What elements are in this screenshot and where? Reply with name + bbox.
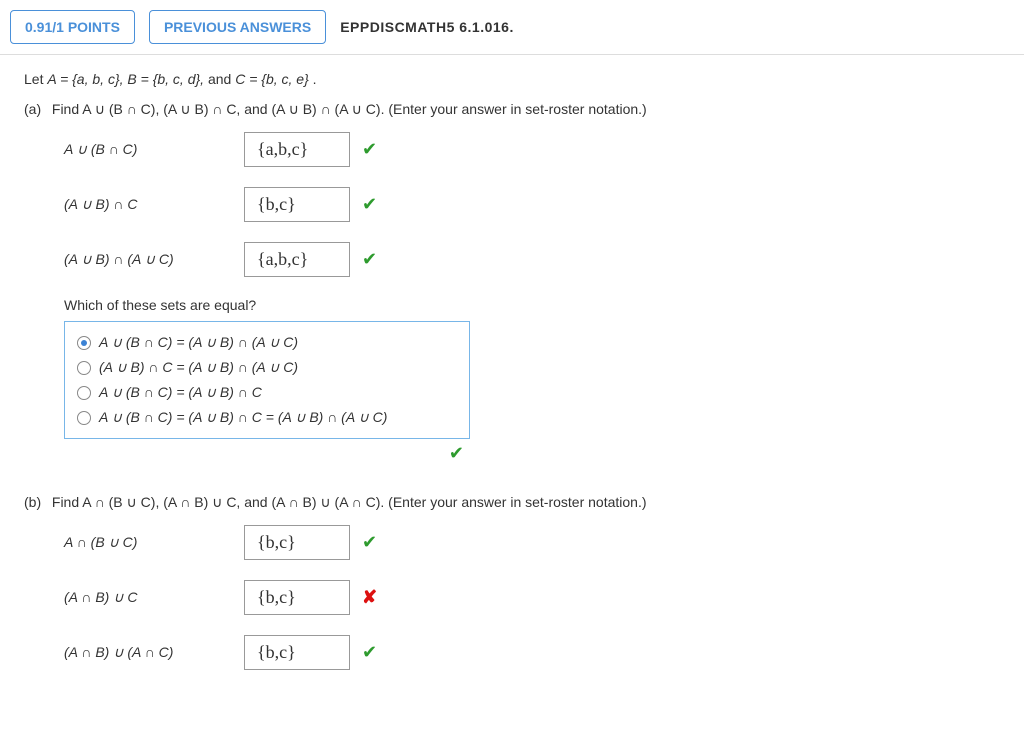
multiple-choice-box: A ∪ (B ∩ C) = (A ∪ B) ∩ (A ∪ C) (A ∪ B) … — [64, 321, 470, 439]
answer-row: (A ∩ B) ∪ (A ∩ C) {b,c} ✔ — [64, 635, 1000, 670]
answer-input[interactable]: {a,b,c} — [244, 132, 350, 167]
radio-button[interactable] — [77, 361, 91, 375]
answer-input[interactable]: {b,c} — [244, 635, 350, 670]
radio-button[interactable] — [77, 336, 91, 350]
question-content: Let A = {a, b, c}, B = {b, c, d}, and C … — [0, 55, 1024, 706]
check-icon: ✔ — [362, 642, 377, 663]
answer-input[interactable]: {b,c} — [244, 525, 350, 560]
option-text: (A ∪ B) ∩ C = (A ∪ B) ∩ (A ∪ C) — [99, 359, 298, 376]
top-bar: 0.91/1 POINTS PREVIOUS ANSWERS EPPDISCMA… — [0, 0, 1024, 55]
mc-option[interactable]: A ∪ (B ∩ C) = (A ∪ B) ∩ C — [77, 380, 457, 405]
mc-option[interactable]: A ∪ (B ∩ C) = (A ∪ B) ∩ (A ∪ C) — [77, 330, 457, 355]
mc-result: ✔ — [64, 439, 476, 464]
mc-option[interactable]: A ∪ (B ∩ C) = (A ∪ B) ∩ C = (A ∪ B) ∩ (A… — [77, 405, 457, 430]
check-icon: ✔ — [362, 532, 377, 553]
instruction-text: Find A ∪ (B ∩ C), (A ∪ B) ∩ C, and (A ∪ … — [52, 101, 647, 117]
check-icon: ✔ — [362, 139, 377, 160]
answer-input[interactable]: {b,c} — [244, 580, 350, 615]
part-label: (a) — [24, 101, 48, 117]
radio-button[interactable] — [77, 411, 91, 425]
answer-input[interactable]: {b,c} — [244, 187, 350, 222]
text: Let — [24, 71, 47, 87]
previous-answers-button[interactable]: PREVIOUS ANSWERS — [149, 10, 326, 44]
option-text: A ∪ (B ∩ C) = (A ∪ B) ∩ C = (A ∪ B) ∩ (A… — [99, 409, 387, 426]
text: C = {b, c, e} — [235, 71, 309, 87]
part-a-instruction: (a) Find A ∪ (B ∩ C), (A ∪ B) ∩ C, and (… — [24, 101, 1000, 118]
text: . — [313, 71, 317, 87]
answer-row: A ∪ (B ∩ C) {a,b,c} ✔ — [64, 132, 1000, 167]
expression-label: (A ∪ B) ∩ C — [64, 196, 244, 213]
answer-input[interactable]: {a,b,c} — [244, 242, 350, 277]
instruction-text: Find A ∩ (B ∪ C), (A ∩ B) ∪ C, and (A ∩ … — [52, 494, 647, 510]
option-text: A ∪ (B ∩ C) = (A ∪ B) ∩ C — [99, 384, 262, 401]
check-icon: ✔ — [362, 194, 377, 215]
option-text: A ∪ (B ∩ C) = (A ∪ B) ∩ (A ∪ C) — [99, 334, 298, 351]
answer-row: (A ∪ B) ∩ C {b,c} ✔ — [64, 187, 1000, 222]
expression-label: (A ∪ B) ∩ (A ∪ C) — [64, 251, 244, 268]
part-b-instruction: (b) Find A ∩ (B ∪ C), (A ∩ B) ∪ C, and (… — [24, 494, 1000, 511]
expression-label: (A ∩ B) ∪ (A ∩ C) — [64, 644, 244, 661]
answer-row: (A ∪ B) ∩ (A ∪ C) {a,b,c} ✔ — [64, 242, 1000, 277]
points-badge: 0.91/1 POINTS — [10, 10, 135, 44]
text: and — [208, 71, 235, 87]
radio-button[interactable] — [77, 386, 91, 400]
sets-definition: Let A = {a, b, c}, B = {b, c, d}, and C … — [24, 71, 1000, 87]
check-icon: ✔ — [362, 249, 377, 270]
expression-label: A ∪ (B ∩ C) — [64, 141, 244, 158]
answer-row: A ∩ (B ∪ C) {b,c} ✔ — [64, 525, 1000, 560]
expression-label: A ∩ (B ∪ C) — [64, 534, 244, 551]
expression-label: (A ∩ B) ∪ C — [64, 589, 244, 606]
text: A = {a, b, c}, B = {b, c, d}, — [47, 71, 208, 87]
check-icon: ✔ — [449, 443, 464, 463]
sub-question: Which of these sets are equal? — [64, 297, 1000, 313]
cross-icon: ✘ — [362, 587, 377, 608]
answer-row: (A ∩ B) ∪ C {b,c} ✘ — [64, 580, 1000, 615]
question-id: EPPDISCMATH5 6.1.016. — [340, 19, 514, 35]
part-label: (b) — [24, 494, 48, 510]
mc-option[interactable]: (A ∪ B) ∩ C = (A ∪ B) ∩ (A ∪ C) — [77, 355, 457, 380]
